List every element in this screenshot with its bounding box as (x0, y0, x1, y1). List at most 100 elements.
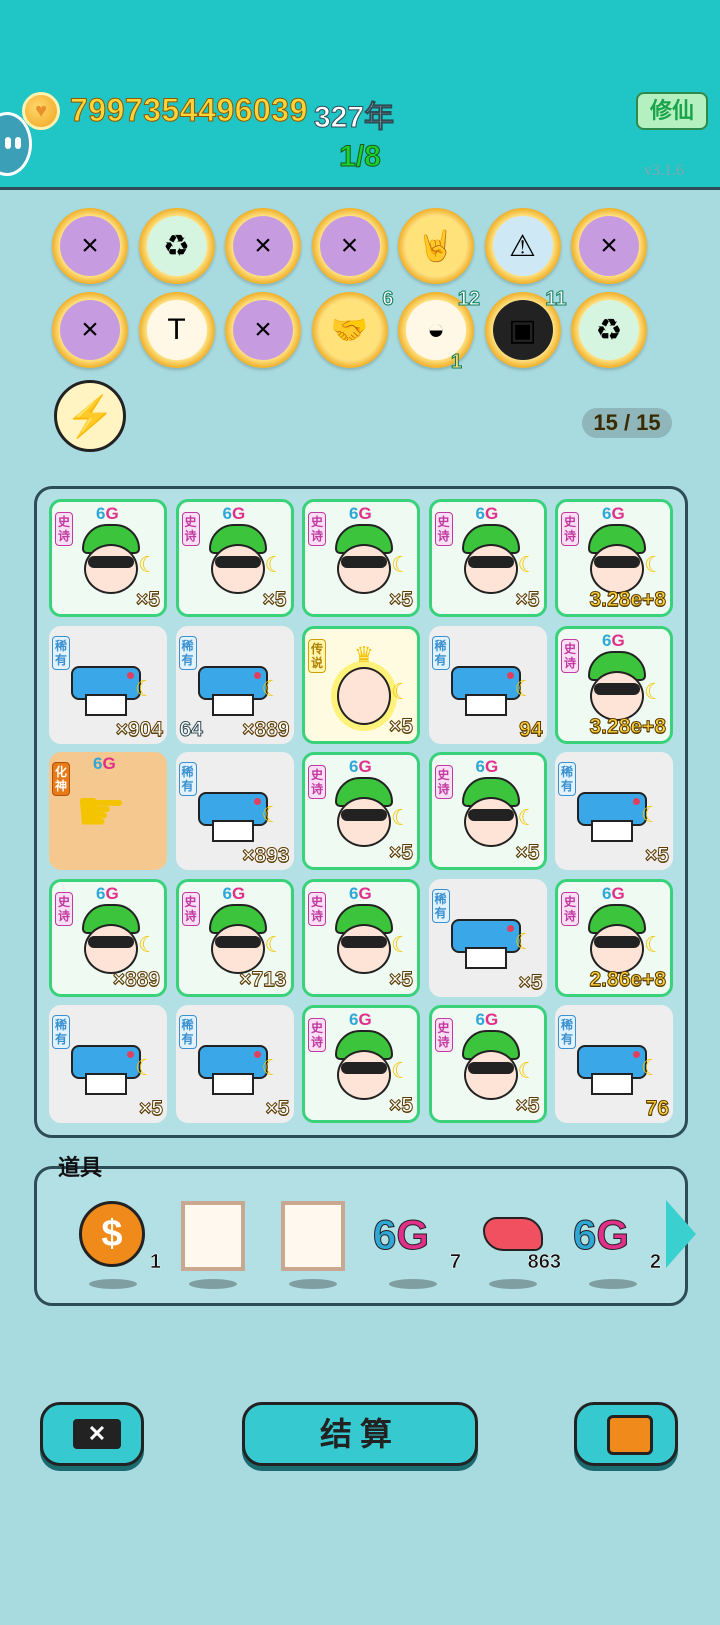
cell-value: 2.86e+8 (589, 967, 666, 991)
relic-badge[interactable]: ⚠ (484, 208, 561, 284)
board-cell[interactable]: 稀有 ☾ ×5 (49, 1005, 167, 1123)
settle-button[interactable]: 结算 (242, 1402, 478, 1466)
board-cell[interactable]: 史诗 6G ☾ ×5 (302, 752, 420, 870)
board-cell[interactable]: 史诗 6G ☾ ×5 (175, 499, 294, 617)
moon-icon: ☾ (138, 931, 158, 957)
6g-badge: 6G (96, 504, 119, 523)
cell-value: ×5 (518, 970, 543, 994)
next-arrow-icon[interactable] (666, 1200, 696, 1268)
6g-badge: 6G (349, 883, 372, 903)
board-cell[interactable]: 稀有 ☾ ×5 (175, 1005, 294, 1123)
6g-badge: 6G (475, 1010, 499, 1029)
board-cell[interactable]: 史诗 6G ☾ 2.86e+8 (555, 878, 673, 997)
cultivate-button[interactable]: 修仙 (636, 92, 708, 130)
rock-hand-icon: 🤘 (406, 216, 466, 276)
relic-badge[interactable]: ♻ (138, 208, 215, 284)
cell-value: ×893 (242, 844, 290, 868)
items-label: 道具 (58, 1155, 103, 1180)
moon-icon: ☾ (644, 678, 664, 704)
board-cell[interactable]: 史诗 6G ☾ ×5 (428, 752, 547, 870)
relic-badge[interactable]: 🤘 (398, 208, 474, 284)
board-cell[interactable]: 史诗 6G ☾ ×5 (302, 499, 420, 617)
relic-badge[interactable]: × (571, 208, 647, 284)
board-cell[interactable]: 化神 6G ☛ (49, 752, 167, 870)
relic-sub-count: 1 (450, 351, 462, 374)
rarity-tag: 史诗 (434, 1018, 453, 1052)
board-cell[interactable]: 史诗 6G ☾ ×889 (49, 878, 167, 997)
rarity-tag: 史诗 (308, 1018, 326, 1052)
board-cell[interactable]: 史诗 6G ☾ ×5 (428, 1005, 547, 1123)
green-hair-face-icon (331, 524, 397, 596)
exit-button[interactable]: ✕ (40, 1402, 144, 1466)
printer-icon (197, 782, 268, 842)
item-slot[interactable]: 6G 7 (372, 1197, 461, 1289)
relic-badge[interactable]: ◒ 12 1 (398, 288, 481, 374)
item-count: 2 (649, 1251, 662, 1274)
relic-badge[interactable]: × (52, 292, 128, 368)
green-hair-face-icon (584, 650, 650, 723)
relic-badge[interactable]: × (52, 208, 128, 284)
green-hair-face-icon (331, 777, 397, 849)
relic-badge[interactable]: ♻ (571, 292, 647, 368)
math-formula-icon: × (60, 216, 120, 276)
rarity-tag: 稀有 (52, 1015, 70, 1049)
green-hair-face-icon (458, 524, 524, 596)
green-hair-face-icon (205, 524, 271, 596)
cell-value: ×713 (239, 967, 287, 991)
board-cell[interactable]: 史诗 6G ☾ 3.28e+8 (555, 625, 673, 744)
board-cell[interactable]: 史诗 6G ☾ ×5 (428, 499, 547, 617)
relic-badge[interactable]: ▣ 11 (484, 288, 567, 368)
moon-icon: ☾ (261, 675, 282, 701)
board-cell[interactable]: 史诗 6G ☾ ×713 (175, 878, 294, 997)
cell-value: ×5 (645, 844, 670, 868)
item-slot[interactable] (273, 1197, 353, 1289)
moon-icon: ☾ (517, 552, 538, 577)
printer-icon (450, 656, 521, 716)
item-slot[interactable]: 6G 2 (572, 1197, 661, 1289)
6g-icon: 6G (572, 1211, 630, 1259)
relic-badge[interactable]: × (225, 292, 301, 368)
rarity-tag: 稀有 (558, 1015, 576, 1049)
board-cell[interactable]: 稀有 ☾ ×893 (175, 752, 294, 870)
handshake-icon: 🤝 (319, 300, 380, 360)
moon-icon: ☾ (391, 678, 411, 704)
relic-badge[interactable]: × (311, 208, 388, 284)
green-hair-face-icon (331, 1030, 397, 1102)
lightning-skill-icon[interactable]: ⚡ (54, 380, 126, 452)
stage-indicator: 1/8 (339, 140, 382, 174)
board-cell[interactable]: 稀有 ☾ ×5 (428, 878, 547, 997)
math-formula-icon: × (319, 216, 380, 276)
relic-badge[interactable]: T (138, 292, 215, 368)
printer-icon (577, 1035, 647, 1095)
version-label: v3.1.6 (644, 162, 684, 179)
coin-amount: 7997354496039 (70, 92, 308, 129)
board-cell[interactable]: 史诗 6G ☾ 3.28e+8 (555, 499, 673, 617)
relic-badge[interactable]: × (225, 208, 301, 284)
item-shadow (189, 1279, 237, 1289)
math-formula-icon: × (579, 216, 639, 276)
relic-badge[interactable]: 🤝 6 (311, 288, 394, 368)
item-slot[interactable]: $1 (73, 1197, 161, 1289)
rarity-tag: 稀有 (431, 635, 450, 670)
cell-value: ×5 (515, 588, 540, 612)
inventory-button[interactable] (574, 1402, 678, 1466)
game-board: 史诗 6G ☾ ×5 史诗 6G ☾ ×5 史诗 6G ☾ ×5 史诗 6G ☾ ×5 史诗 6G ☾ 3.28e+8… (34, 486, 688, 1138)
king-face-icon: ♛ (333, 642, 395, 729)
rarity-tag: 史诗 (308, 512, 326, 546)
board-cell[interactable]: 史诗 6G ☾ ×5 (49, 499, 167, 617)
board-cell[interactable]: 史诗 6G ☾ ×5 (302, 1005, 420, 1123)
board-cell[interactable]: 稀有 ☾ ×904 (49, 625, 167, 744)
board-cell[interactable]: 传说 ♛ ☾ ×5 (302, 625, 420, 744)
board-cell[interactable]: 稀有 ☾ ×5 (555, 752, 673, 870)
item-slot[interactable] (173, 1197, 253, 1289)
item-slot[interactable]: 863 (473, 1197, 561, 1289)
rarity-tag: 稀有 (178, 762, 197, 796)
empty-frame-icon (181, 1201, 245, 1271)
board-cell[interactable]: 史诗 6G ☾ ×5 (302, 878, 420, 997)
board-cell[interactable]: 稀有 ☾ 94 (428, 625, 547, 744)
board-cell[interactable]: 稀有 ☾ 76 (555, 1005, 673, 1123)
board-cell[interactable]: 稀有 ☾ 64 ×889 (175, 625, 294, 744)
moon-icon: ☾ (264, 931, 285, 957)
item-count: 1 (149, 1251, 162, 1274)
6g-badge: 6G (222, 504, 246, 523)
